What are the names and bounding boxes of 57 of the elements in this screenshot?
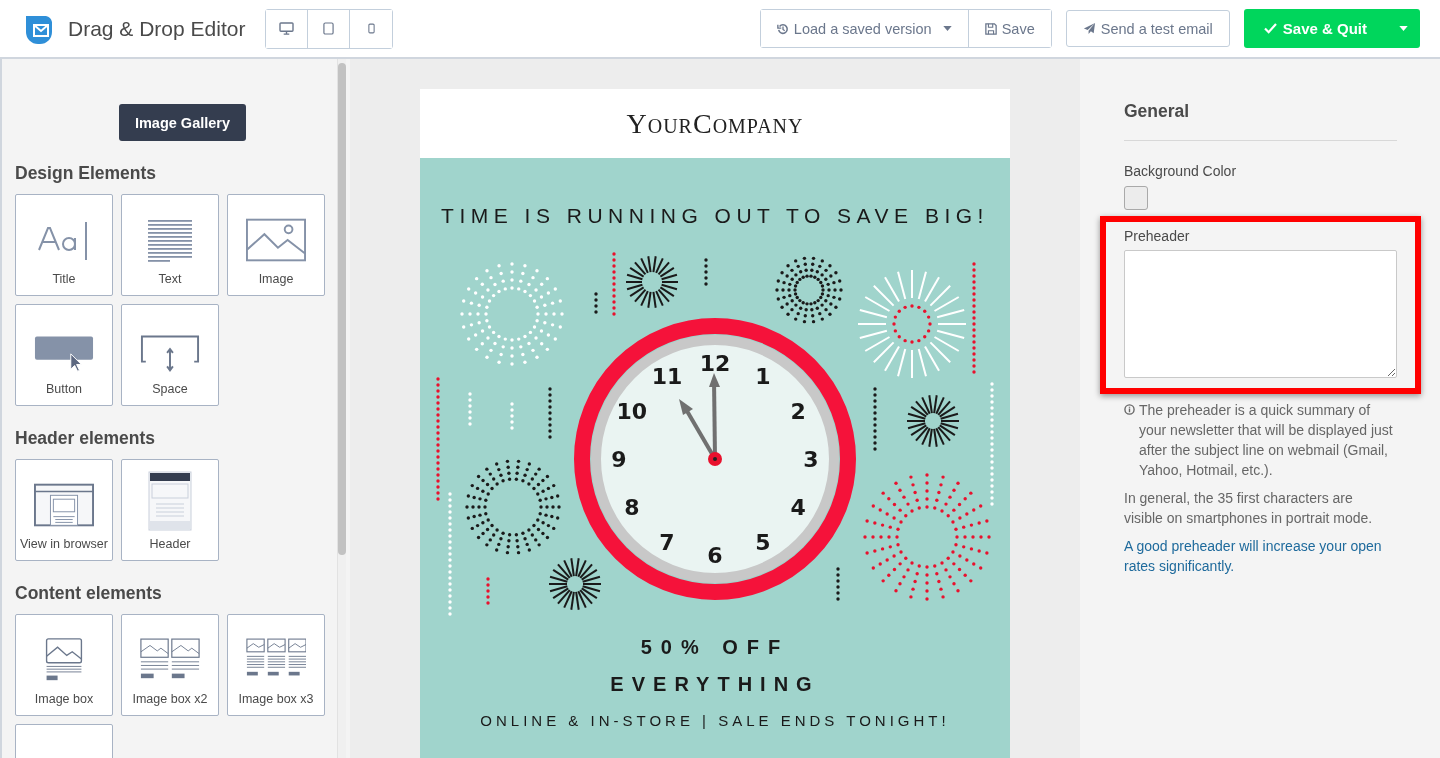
clock-number: 7 — [659, 530, 675, 556]
offer-text: 50% OFF — [640, 636, 790, 659]
caret-icon — [942, 26, 952, 31]
monitor-icon — [279, 22, 295, 35]
company-logo-text: YourCompany — [626, 107, 804, 140]
browser-window-icon — [34, 483, 94, 527]
section-title: Design Elements — [15, 163, 158, 184]
image-element-tile[interactable]: Image — [227, 194, 325, 296]
field-label: Preheader — [1124, 228, 1191, 244]
title-element-tile[interactable]: Title — [15, 194, 113, 296]
phone-icon — [367, 23, 375, 34]
clock-number: 5 — [755, 530, 771, 556]
panel-heading: General — [1124, 101, 1190, 122]
imagebox-element-tile[interactable]: Image box — [15, 614, 113, 716]
imagebox3-element-tile[interactable]: Image box x3 — [227, 614, 325, 716]
clock-number: 6 — [707, 543, 723, 568]
info-icon — [1124, 404, 1135, 415]
imagebox2-element-tile[interactable]: Image box x2 — [121, 614, 219, 716]
clock-number: 3 — [803, 447, 819, 472]
tablet-icon — [323, 22, 335, 35]
browser-element-tile[interactable]: View in browser — [15, 459, 113, 561]
clock-number: 10 — [616, 399, 648, 424]
checkmark-icon — [1263, 23, 1277, 34]
send-test-email-button[interactable]: Send a test email — [1065, 10, 1230, 47]
clock-number: 11 — [651, 363, 683, 389]
section-title: Content elements — [15, 583, 163, 604]
caret-icon — [1399, 26, 1408, 31]
floppy-disk-icon — [984, 22, 997, 35]
clock-number: 2 — [790, 399, 806, 424]
section-title: Header elements — [15, 428, 157, 449]
image-gallery-button[interactable]: Image Gallery — [118, 104, 247, 141]
image-icon — [246, 218, 306, 262]
help-text: In general, the 35 first characters are visible on smartphones in portrait mode. — [1124, 489, 1374, 528]
history-icon — [776, 22, 789, 35]
offer-text: EVERYTHING — [610, 673, 820, 696]
field-label: Background Color — [1124, 163, 1237, 179]
help-link[interactable]: A good preheader will increase your open rates significantly. — [1124, 536, 1386, 576]
desktop-view-button[interactable] — [266, 9, 309, 48]
save-options-dropdown[interactable] — [1387, 9, 1420, 48]
clock-number: 12 — [699, 351, 731, 376]
sale-notice: ONLINE & IN-STORE | SALE ENDS TONIGHT! — [480, 712, 950, 729]
space-element-tile[interactable]: Space — [121, 304, 219, 406]
button-element-tile[interactable]: Button — [15, 304, 113, 406]
app-title: Drag & Drop Editor — [68, 16, 246, 41]
load-version-button[interactable]: Load a saved version — [760, 10, 969, 47]
paper-plane-icon — [1082, 22, 1096, 35]
clock-number: 9 — [611, 447, 627, 472]
help-text: The preheader is a quick summary of your newsletter that will be displayed just after the subject line on webmail (Gmail, Yahoo, Hotmail, etc.). — [1139, 401, 1394, 480]
color-swatch[interactable] — [1124, 186, 1148, 210]
text-element-tile[interactable]: Text — [121, 194, 219, 296]
email-headline: TIME IS RUNNING OUT TO SAVE BIG! — [441, 204, 989, 228]
header-element-tile[interactable]: Header — [121, 459, 219, 561]
clock-number: 4 — [790, 495, 806, 520]
clock-number: 8 — [624, 495, 640, 520]
clock-number: 1 — [755, 363, 771, 389]
preheader-field[interactable] — [1124, 250, 1397, 378]
logo-icon — [24, 13, 54, 44]
